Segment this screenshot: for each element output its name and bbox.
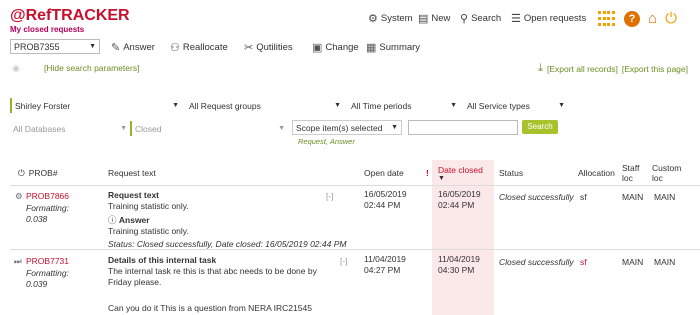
formatting-value: Formatting: 0.038 <box>26 203 69 224</box>
open-date: 16/05/2019 02:44 PM <box>364 189 407 210</box>
answer-heading: ⓘ Answer <box>108 215 150 225</box>
service-type-filter[interactable]: All Service types ▼ <box>464 98 568 113</box>
list-icon: ☰ <box>511 13 521 25</box>
search-input[interactable] <box>408 120 518 135</box>
table-row[interactable]: ⚙ PROB7866 Formatting: 0.038 Request tex… <box>10 186 700 250</box>
gear-icon: ⚙ <box>368 13 378 25</box>
sort-down-icon: ▼ <box>438 174 445 182</box>
status-summary: Status: Closed successfully, Date closed… <box>108 239 347 249</box>
nav-system[interactable]: ⚙ System <box>368 12 413 25</box>
page-subtitle: My closed requests <box>10 25 85 34</box>
open-date-column-header[interactable]: Open date <box>364 160 404 186</box>
chevron-down-icon: ▼ <box>89 43 96 50</box>
chevron-down-icon: ▼ <box>278 125 285 132</box>
nav-new[interactable]: ▤ New <box>418 12 450 25</box>
request-text-column-header[interactable]: Request text <box>108 160 156 186</box>
power-icon: ⏻ <box>18 167 25 178</box>
chevron-down-icon: ▼ <box>172 102 179 109</box>
download-icon: ⤓ <box>538 62 543 74</box>
utilities-icon: ✂ <box>244 42 254 54</box>
prob-link[interactable]: PROB7731 <box>26 256 69 267</box>
chevron-down-icon: ▼ <box>450 102 457 109</box>
nav-open-requests[interactable]: ☰ Open requests <box>511 12 586 25</box>
summary-button[interactable]: ▦ Summary <box>366 41 420 54</box>
request-extra: Can you do it This is a question from NE… <box>108 303 312 313</box>
priority-icon: ! <box>426 168 429 178</box>
staff-loc-value: MAIN <box>622 257 644 267</box>
search-button[interactable]: Search <box>522 120 558 134</box>
request-body: The internal task re this is that abc ne… <box>108 266 317 287</box>
customer-loc-value: MAIN <box>654 257 676 267</box>
hide-search-params-link[interactable]: [Hide search parameters] <box>44 63 139 73</box>
eye-icon: ◉ <box>12 63 20 73</box>
formatting-value: Formatting: 0.039 <box>26 268 69 289</box>
home-icon[interactable]: ⌂ <box>648 11 657 27</box>
collapse-toggle[interactable]: [-] <box>340 256 348 267</box>
closed-date: 11/04/2019 04:30 PM <box>438 254 480 275</box>
customer-loc-column-header[interactable]: Custom loc <box>652 160 682 186</box>
summary-icon: ▦ <box>366 42 377 54</box>
allocation-value: sf <box>580 192 587 202</box>
status-filter[interactable]: Closed ▼ <box>130 121 288 136</box>
chevron-down-icon: ▼ <box>391 124 398 131</box>
customer-loc-value: MAIN <box>654 192 676 202</box>
allocation-column-header[interactable]: Allocation <box>578 160 615 186</box>
export-all-link[interactable]: [Export all records] <box>547 64 618 74</box>
document-icon: ▤ <box>418 13 429 25</box>
chevron-down-icon: ▼ <box>120 125 127 132</box>
change-icon: ▣ <box>312 42 323 54</box>
app-logo[interactable]: @RefTRACKER <box>10 8 130 24</box>
help-icon[interactable]: ? <box>624 11 640 27</box>
allocation-value[interactable]: sf <box>580 257 587 268</box>
status-value: Closed successfully <box>499 257 574 267</box>
answer-body: Training statistic only. <box>108 226 189 236</box>
scope-summary: Request, Answer <box>298 137 355 146</box>
open-date: 11/04/2019 04:27 PM <box>364 254 406 275</box>
utilities-button[interactable]: ✂ Qutilities <box>244 41 293 54</box>
request-title: Request text <box>108 190 160 200</box>
chevron-down-icon: ▼ <box>334 102 341 109</box>
table-row[interactable]: ⏭ PROB7731 Formatting: 0.039 Details of … <box>10 251 700 315</box>
collapse-toggle[interactable]: [-] <box>326 191 334 202</box>
staff-loc-column-header[interactable]: Staff loc <box>622 160 648 186</box>
request-title: Details of this internal task <box>108 255 217 265</box>
status-column-header[interactable]: Status <box>499 160 523 186</box>
skip-icon: ⏭ <box>14 256 22 266</box>
database-filter[interactable]: All Databases ▼ <box>10 121 130 136</box>
info-icon: ⓘ <box>108 215 117 225</box>
prob-link[interactable]: PROB7866 <box>26 191 69 202</box>
request-body: Training statistic only. <box>108 201 189 211</box>
change-button[interactable]: ▣ Change <box>312 41 359 54</box>
power-icon[interactable]: ⏻ <box>665 11 677 27</box>
request-groups-filter[interactable]: All Request groups ▼ <box>186 98 344 113</box>
closed-date: 16/05/2019 02:44 PM <box>438 189 481 210</box>
config-icon: ⚙ <box>15 191 23 201</box>
answer-button[interactable]: ✎ Answer <box>111 41 155 54</box>
export-page-link[interactable]: [Export this page] <box>622 64 688 74</box>
prob-column-header[interactable]: ⏻ PROB# <box>18 160 58 186</box>
table-header: ⏻ PROB# Request text Open date ! Date clo… <box>10 160 700 186</box>
staff-loc-value: MAIN <box>622 192 644 202</box>
answer-icon: ✎ <box>111 42 121 54</box>
date-closed-column-header[interactable]: Date closed ▼ <box>438 160 483 186</box>
prob-select[interactable]: PROB7355 ▼ <box>10 39 100 54</box>
status-value: Closed successfully <box>499 192 574 202</box>
reallocate-button[interactable]: ⚇ Reallocate <box>170 41 228 54</box>
scope-filter[interactable]: Scope item(s) selected ▼ <box>292 120 402 135</box>
user-filter[interactable]: Shirley Forster ▼ <box>10 98 182 113</box>
chevron-down-icon: ▼ <box>558 102 565 109</box>
time-period-filter[interactable]: All Time periods ▼ <box>348 98 460 113</box>
search-icon: ⚲ <box>460 13 469 25</box>
nav-search[interactable]: ⚲ Search <box>460 12 501 25</box>
apps-grid-icon[interactable] <box>598 11 616 27</box>
reallocate-icon: ⚇ <box>170 42 180 54</box>
